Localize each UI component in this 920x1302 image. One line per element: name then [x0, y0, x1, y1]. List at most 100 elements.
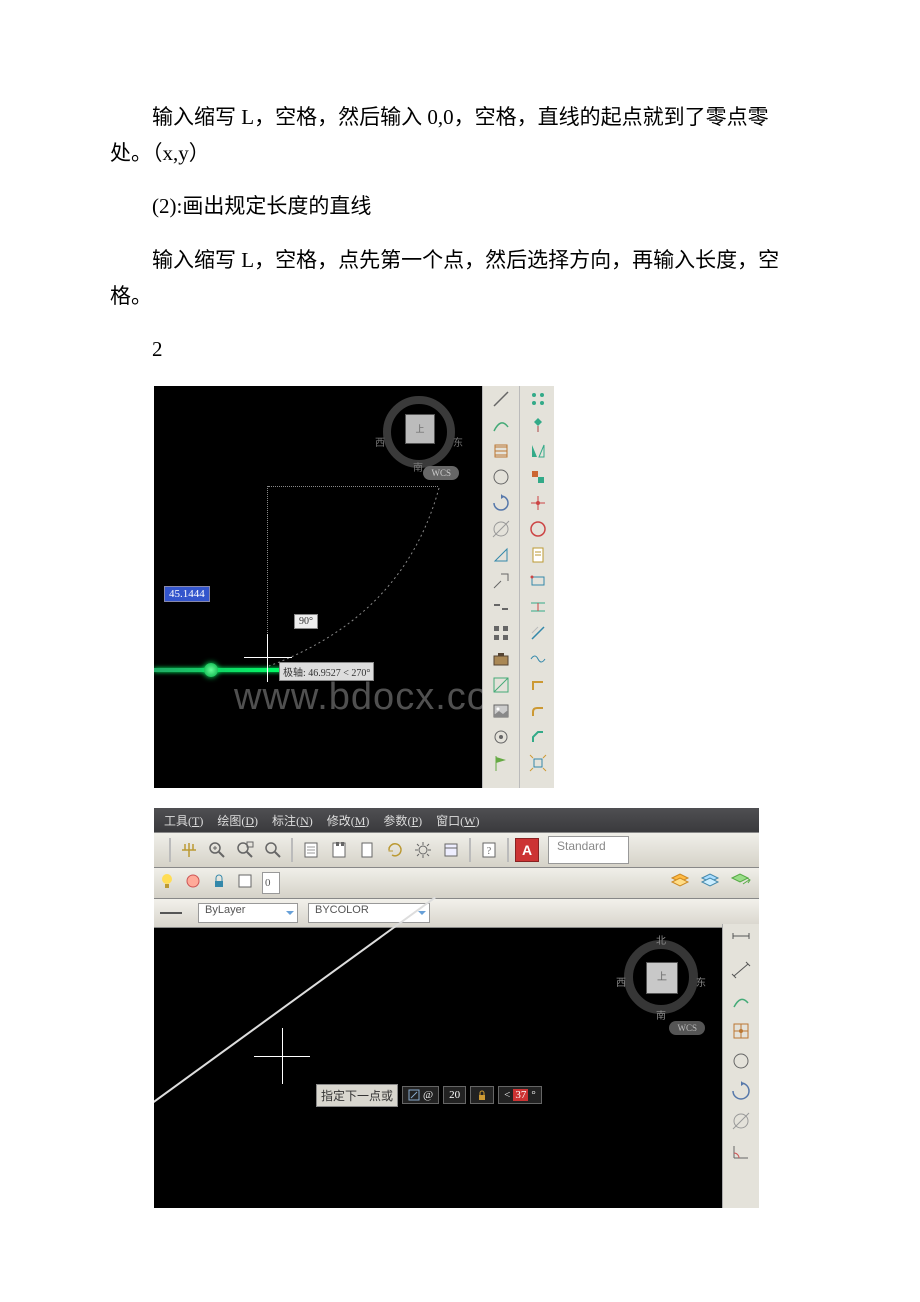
- zoom-window-icon[interactable]: [232, 837, 258, 863]
- fillet-icon[interactable]: [520, 698, 554, 724]
- watermark: www.bdocx.com: [234, 676, 522, 719]
- menu-tools[interactable]: 工具(T): [158, 810, 209, 831]
- cad-screenshot-1: 45.1444 90° 极轴: 46.9527 < 270° 上 西 东 南 W…: [154, 386, 554, 788]
- viewcube-south: 南: [656, 1007, 666, 1022]
- mirror-icon[interactable]: [520, 438, 554, 464]
- props-icon[interactable]: [438, 837, 464, 863]
- chamfer-icon[interactable]: [520, 724, 554, 750]
- extend-icon[interactable]: [483, 568, 519, 594]
- explode-icon[interactable]: [520, 750, 554, 776]
- scale-icon[interactable]: [483, 672, 519, 698]
- pan-icon[interactable]: [176, 837, 202, 863]
- sheet3-icon[interactable]: [354, 837, 380, 863]
- sheet2-icon[interactable]: [326, 837, 352, 863]
- arc-icon[interactable]: [483, 412, 519, 438]
- layer-bulb-icon[interactable]: [158, 872, 180, 894]
- cursor-crosshair: [267, 634, 268, 682]
- linetype-selector[interactable]: ByLayer: [198, 903, 298, 923]
- lock-field[interactable]: [470, 1086, 494, 1104]
- offset-icon[interactable]: [520, 464, 554, 490]
- sheet1-icon[interactable]: [298, 837, 324, 863]
- tool-palette: [482, 386, 554, 788]
- toolbar-standard: ? A Standard: [154, 832, 759, 868]
- erase-icon[interactable]: [520, 386, 554, 412]
- textstyle-button[interactable]: A: [514, 837, 540, 863]
- wcs-label[interactable]: WCS: [669, 1021, 705, 1035]
- viewcube[interactable]: 上 西 东 南: [379, 392, 459, 472]
- layer-freeze-icon[interactable]: [184, 872, 206, 894]
- drawing-canvas[interactable]: 上 北 西 东 南 WCS 指定下一点或 @ 20: [154, 928, 759, 1208]
- paragraph-4: 2: [110, 332, 810, 368]
- viewcube-west: 西: [616, 974, 626, 989]
- dim-ordinate-icon[interactable]: [723, 1016, 759, 1046]
- image-icon[interactable]: [483, 698, 519, 724]
- prompt-text: 指定下一点或: [316, 1084, 398, 1107]
- help-icon[interactable]: ?: [476, 837, 502, 863]
- layer-color-icon[interactable]: [236, 872, 258, 894]
- figure-1: 45.1444 90° 极轴: 46.9527 < 270° 上 西 东 南 W…: [154, 386, 810, 788]
- paragraph-1: 输入缩写 L，空格，然后输入 0,0，空格，直线的起点就到了零点零处。（x,y）: [110, 100, 810, 171]
- break-icon[interactable]: [483, 594, 519, 620]
- refresh-icon[interactable]: [382, 837, 408, 863]
- viewcube-north: 北: [656, 932, 666, 947]
- layer-name-field[interactable]: 0: [262, 872, 280, 894]
- viewcube-top[interactable]: 上: [646, 962, 678, 994]
- target-icon[interactable]: [483, 724, 519, 750]
- dim-aligned-icon[interactable]: [723, 956, 759, 986]
- toolbox-icon[interactable]: [483, 646, 519, 672]
- gear-icon[interactable]: [410, 837, 436, 863]
- hatch-icon[interactable]: [483, 438, 519, 464]
- zoom-in-icon[interactable]: [204, 837, 230, 863]
- circle-trim-icon[interactable]: [483, 464, 519, 490]
- layer-match-icon[interactable]: [699, 872, 725, 894]
- toolbar-properties: ByLayer BYCOLOR: [154, 899, 759, 928]
- move-icon[interactable]: [520, 490, 554, 516]
- cursor-crosshair: [282, 1028, 283, 1084]
- cad-screenshot-2: 工具(T) 绘图(D) 标注(N) 修改(M) 参数(P) 窗口(W): [154, 808, 759, 1208]
- menu-param[interactable]: 参数(P): [377, 810, 428, 831]
- viewcube-south: 南: [413, 459, 423, 474]
- dim-radius-icon[interactable]: [723, 1046, 759, 1076]
- layer-lock-icon[interactable]: [210, 872, 232, 894]
- menu-dimension[interactable]: 标注(N): [266, 810, 319, 831]
- side-toolbar: [722, 924, 759, 1208]
- rotate-icon[interactable]: [483, 490, 519, 516]
- input-x[interactable]: @: [402, 1086, 439, 1104]
- drawn-line: [154, 897, 436, 1110]
- dim-diameter-icon[interactable]: [723, 1106, 759, 1136]
- rect-icon[interactable]: [520, 568, 554, 594]
- corner-icon[interactable]: [520, 672, 554, 698]
- menubar[interactable]: 工具(T) 绘图(D) 标注(N) 修改(M) 参数(P) 窗口(W): [154, 808, 759, 832]
- menu-draw[interactable]: 绘图(D): [211, 810, 264, 831]
- triangle-icon[interactable]: [483, 542, 519, 568]
- paragraph-3: 输入缩写 L，空格，点先第一个点，然后选择方向，再输入长度，空格。: [110, 243, 810, 314]
- wcs-label[interactable]: WCS: [423, 466, 459, 480]
- dimension-icon[interactable]: [520, 594, 554, 620]
- viewcube-east: 东: [453, 434, 463, 449]
- zoom-prev-icon[interactable]: [260, 837, 286, 863]
- distance-field[interactable]: 20: [443, 1086, 466, 1104]
- copy-icon[interactable]: [520, 412, 554, 438]
- dim-linear-icon[interactable]: [723, 926, 759, 956]
- viewcube-top[interactable]: 上: [405, 414, 435, 444]
- menu-window[interactable]: 窗口(W): [430, 810, 485, 831]
- line-icon[interactable]: [483, 386, 519, 412]
- style-selector[interactable]: Standard: [548, 836, 629, 864]
- dynamic-input-prompt: 指定下一点或 @ 20 < 37°: [316, 1084, 542, 1106]
- menu-modify[interactable]: 修改(M): [321, 810, 376, 831]
- trim-icon[interactable]: [483, 516, 519, 542]
- layer-prev-icon[interactable]: [729, 872, 755, 894]
- flag-icon[interactable]: [483, 750, 519, 776]
- dim-angular-icon[interactable]: [723, 1136, 759, 1166]
- viewcube[interactable]: 上 北 西 东 南: [618, 934, 704, 1020]
- dim-arc-icon[interactable]: [723, 986, 759, 1016]
- layer-manager-icon[interactable]: [669, 872, 695, 894]
- circle-icon[interactable]: [520, 516, 554, 542]
- page-icon[interactable]: [520, 542, 554, 568]
- slash-icon[interactable]: [520, 620, 554, 646]
- angle-field[interactable]: < 37°: [498, 1086, 542, 1104]
- dim-jog-icon[interactable]: [723, 1076, 759, 1106]
- array-icon[interactable]: [483, 620, 519, 646]
- figure-2: 工具(T) 绘图(D) 标注(N) 修改(M) 参数(P) 窗口(W): [154, 808, 810, 1208]
- wave-icon[interactable]: [520, 646, 554, 672]
